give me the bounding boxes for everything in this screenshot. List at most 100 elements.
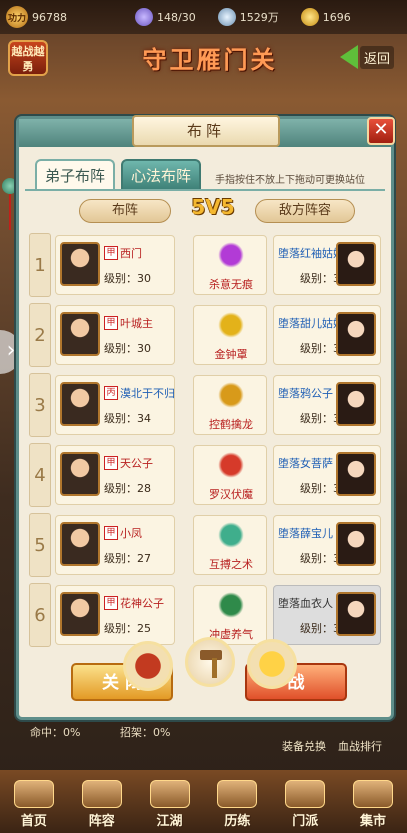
nav-market[interactable]: 集市 — [343, 777, 403, 829]
skill-card[interactable]: 罗汉伏魔 — [193, 445, 267, 505]
skill-card[interactable]: 金钟罩 — [193, 305, 267, 365]
training-icon — [217, 780, 258, 808]
hero-name: 叶城主 — [120, 317, 153, 330]
enemy-avatar — [336, 452, 376, 496]
stamina-value: 148/30 — [157, 10, 196, 24]
nav-lineup[interactable]: 阵容 — [72, 777, 132, 829]
silver-stat: 1529万 — [217, 8, 279, 26]
silver-value: 1529万 — [239, 11, 279, 24]
nav-sect[interactable]: 门派 — [275, 777, 335, 829]
under-stats: 命中：0% 招架：0% — [30, 724, 170, 740]
nav-home[interactable]: 首页 — [4, 777, 64, 829]
equipment-exchange-button[interactable]: 装备兑换 — [282, 738, 326, 754]
row-number: 1 — [29, 233, 51, 297]
market-icon — [353, 780, 394, 808]
hero-level: 级别：25 — [104, 622, 151, 635]
enemy-avatar — [336, 242, 376, 286]
formation-row[interactable]: 1甲西门级别：30 杀意无痕 堕落红袖姑娘丙级别：31 — [27, 233, 381, 297]
red-scroll-icon[interactable] — [123, 641, 173, 691]
enemy-name: 堕落薛宝儿 — [278, 527, 333, 540]
yuezhan-button[interactable]: 越战越勇 — [8, 40, 48, 76]
enemy-hero-card: 堕落红袖姑娘丙级别：31 — [273, 235, 381, 295]
hero-rank-badge: 甲 — [104, 316, 118, 330]
close-icon[interactable]: ✕ — [367, 117, 395, 145]
formation-row[interactable]: 4甲天公子级别：28罗汉伏魔堕落女菩萨丙级别：31 — [27, 443, 381, 507]
bottom-nav: 首页 阵容 江湖 历练 门派 集市 — [0, 770, 407, 833]
hero-name: 漠北于不归 — [120, 387, 175, 400]
formation-row[interactable]: 5甲小凤级别：27互搏之术堕落薛宝儿丙级别：31 — [27, 513, 381, 577]
stamina-stat: 148/30 — [135, 8, 196, 26]
my-hero-card[interactable]: 丙漠北于不归 级别：34 — [55, 375, 175, 435]
hero-avatar — [60, 522, 100, 566]
my-hero-card[interactable]: 甲花神公子 级别：25 — [55, 585, 175, 645]
tab-disciple-formation[interactable]: 弟子布阵 — [35, 159, 115, 189]
nav-label: 门派 — [292, 814, 319, 829]
home-icon — [13, 780, 54, 808]
enemy-avatar — [336, 522, 376, 566]
formation-row[interactable]: 3丙漠北于不归级别：34控鹤擒龙堕落鸦公子丙级别：31 — [27, 373, 381, 437]
skill-name: 杀意无痕 — [209, 278, 253, 291]
my-hero-card[interactable]: 甲西门 级别：30 — [55, 235, 175, 295]
hero-rank-badge: 甲 — [104, 246, 118, 260]
hammer-icon[interactable] — [185, 637, 235, 687]
my-hero-card[interactable]: 甲叶城主级别：30 — [55, 305, 175, 365]
hit-stat: 命中：0% — [30, 726, 81, 739]
skill-card[interactable]: 冲虚养气 — [193, 585, 267, 645]
enemy-hero-card: 堕落薛宝儿丙级别：31 — [273, 515, 381, 575]
my-hero-card[interactable]: 甲小凤 级别：27 — [55, 515, 175, 575]
enemy-hero-card: 堕落血衣人甲级别：31 — [273, 585, 381, 645]
hero-rank-badge: 甲 — [104, 526, 118, 540]
skill-icon — [216, 450, 246, 480]
hero-rank-badge: 丙 — [104, 386, 118, 400]
page-title: 守卫雁门关 — [142, 45, 278, 74]
gold-stat: 1696 — [300, 8, 351, 26]
nav-training[interactable]: 历练 — [207, 777, 267, 829]
hero-level: 级别：28 — [104, 482, 151, 495]
blood-battle-ranking-button[interactable]: 血战排行 — [338, 738, 382, 754]
gold-icon — [300, 8, 319, 26]
skill-name: 罗汉伏魔 — [209, 488, 253, 501]
hero-name: 花神公子 — [120, 597, 164, 610]
drag-hint: 手指按住不放上下拖动可更换站位 — [215, 175, 365, 186]
enemy-avatar — [336, 382, 376, 426]
my-formation-label: 布阵 — [79, 199, 171, 223]
hero-level: 级别：27 — [104, 552, 151, 565]
back-label: 返回 — [360, 45, 395, 69]
enemy-formation-label: 敌方阵容 — [255, 199, 355, 223]
hero-name: 天公子 — [120, 457, 153, 470]
my-hero-card[interactable]: 甲天公子 级别：28 — [55, 445, 175, 505]
skill-icon — [216, 310, 246, 340]
skill-card[interactable]: 杀意无痕 — [193, 235, 267, 295]
tab-skill-formation[interactable]: 心法布阵 — [121, 159, 201, 189]
hammer-handle — [212, 658, 217, 678]
parry-stat: 招架：0% — [119, 726, 171, 739]
hero-level: 级别：30 — [104, 342, 151, 355]
skill-name: 互搏之术 — [209, 558, 253, 571]
row-number: 2 — [29, 303, 51, 367]
tabs-divider — [25, 189, 385, 191]
power-stat: 功力 96788 — [6, 6, 67, 28]
treasure-chest-icon[interactable] — [247, 639, 297, 689]
skill-name: 金钟罩 — [214, 348, 248, 361]
hero-avatar — [60, 312, 100, 356]
panel-title: 布阵 — [132, 115, 280, 147]
row-number: 6 — [29, 583, 51, 647]
gold-value: 1696 — [322, 10, 351, 24]
nav-jianghu[interactable]: 江湖 — [140, 777, 200, 829]
skill-icon — [216, 520, 246, 550]
formation-header: 布阵 5V5 敌方阵容 — [19, 195, 391, 225]
enemy-name: 堕落甜儿姑娘 — [278, 317, 344, 330]
enemy-avatar — [336, 312, 376, 356]
power-value: 96788 — [32, 10, 67, 24]
hero-name: 西门 — [120, 247, 142, 260]
skill-card[interactable]: 控鹤擒龙 — [193, 375, 267, 435]
nav-label: 阵容 — [88, 814, 115, 829]
enemy-name: 堕落血衣人 — [278, 597, 333, 610]
enemy-name: 堕落红袖姑娘 — [278, 247, 344, 260]
silver-icon — [217, 8, 236, 26]
enemy-avatar — [336, 592, 376, 636]
formation-row[interactable]: 2甲叶城主级别：30金钟罩堕落甜儿姑娘丙级别：31 — [27, 303, 381, 367]
back-button[interactable]: 返回 — [340, 42, 402, 72]
hero-avatar — [60, 242, 100, 286]
skill-card[interactable]: 互搏之术 — [193, 515, 267, 575]
